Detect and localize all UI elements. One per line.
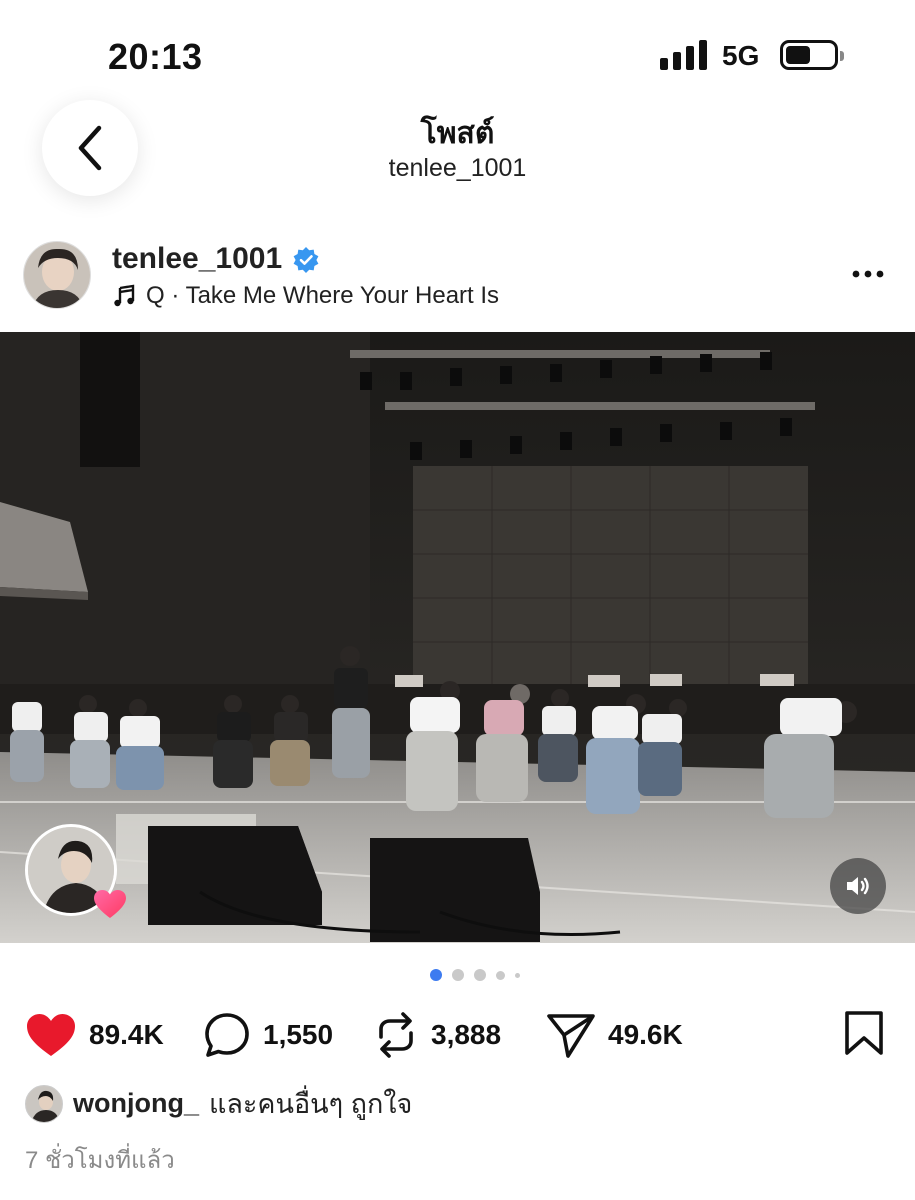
post-media[interactable]: [0, 332, 915, 943]
liked-by-row[interactable]: wonjong_ และคนอื่นๆ ถูกใจ: [25, 1082, 412, 1125]
verified-icon: [293, 247, 319, 273]
rehearsal-photo: [0, 332, 915, 943]
comment-count: 1,550: [263, 1019, 334, 1050]
repost-icon: [379, 1012, 413, 1058]
liked-by-text: และคนอื่นๆ ถูกใจ: [208, 1089, 413, 1119]
music-note-icon: [114, 284, 135, 307]
author-avatar[interactable]: [23, 241, 91, 309]
repost-button[interactable]: 3,888: [373, 1008, 501, 1062]
share-button[interactable]: 49.6K: [546, 1008, 683, 1062]
carousel-indicator: [430, 969, 520, 981]
status-time: 20:13: [108, 36, 203, 77]
page-subtitle[interactable]: tenlee_1001: [0, 154, 915, 183]
more-icon[interactable]: [848, 262, 888, 286]
post-timestamp: 7 ชั่วโมงที่แล้ว: [25, 1147, 175, 1174]
repost-count: 3,888: [431, 1019, 502, 1050]
music-attribution[interactable]: Q · Take Me Where Your Heart Is: [112, 282, 499, 310]
volume-button[interactable]: [830, 858, 886, 914]
comment-button[interactable]: 1,550: [203, 1008, 333, 1062]
heart-icon: [94, 890, 126, 918]
carousel-dot: [452, 969, 464, 981]
page-title: โพสต์: [420, 117, 495, 150]
action-bar: 89.4K 1,550 3,888 49.6K: [0, 1008, 915, 1062]
signal-icon: [660, 40, 708, 70]
share-count: 49.6K: [608, 1019, 683, 1050]
battery-icon: [780, 40, 844, 70]
carousel-dot: [474, 969, 486, 981]
carousel-dot: [496, 970, 505, 980]
liker-username[interactable]: wonjong_: [73, 1088, 199, 1119]
status-bar: 20:13 5G: [0, 0, 915, 100]
author-username[interactable]: tenlee_1001: [112, 242, 282, 276]
carousel-dot-active: [430, 969, 442, 981]
like-count: 89.4K: [89, 1019, 164, 1050]
bookmark-icon[interactable]: [842, 1010, 886, 1056]
like-button[interactable]: 89.4K: [25, 1008, 164, 1062]
volume-icon: [847, 877, 869, 895]
carousel-dot: [515, 972, 520, 978]
heart-icon: [27, 1014, 75, 1056]
network-label: 5G: [722, 40, 760, 71]
liker-avatar: [25, 1084, 63, 1123]
comment-icon: [205, 1013, 249, 1057]
music-title: Q · Take Me Where Your Heart Is: [146, 282, 500, 309]
share-icon: [547, 1014, 595, 1058]
